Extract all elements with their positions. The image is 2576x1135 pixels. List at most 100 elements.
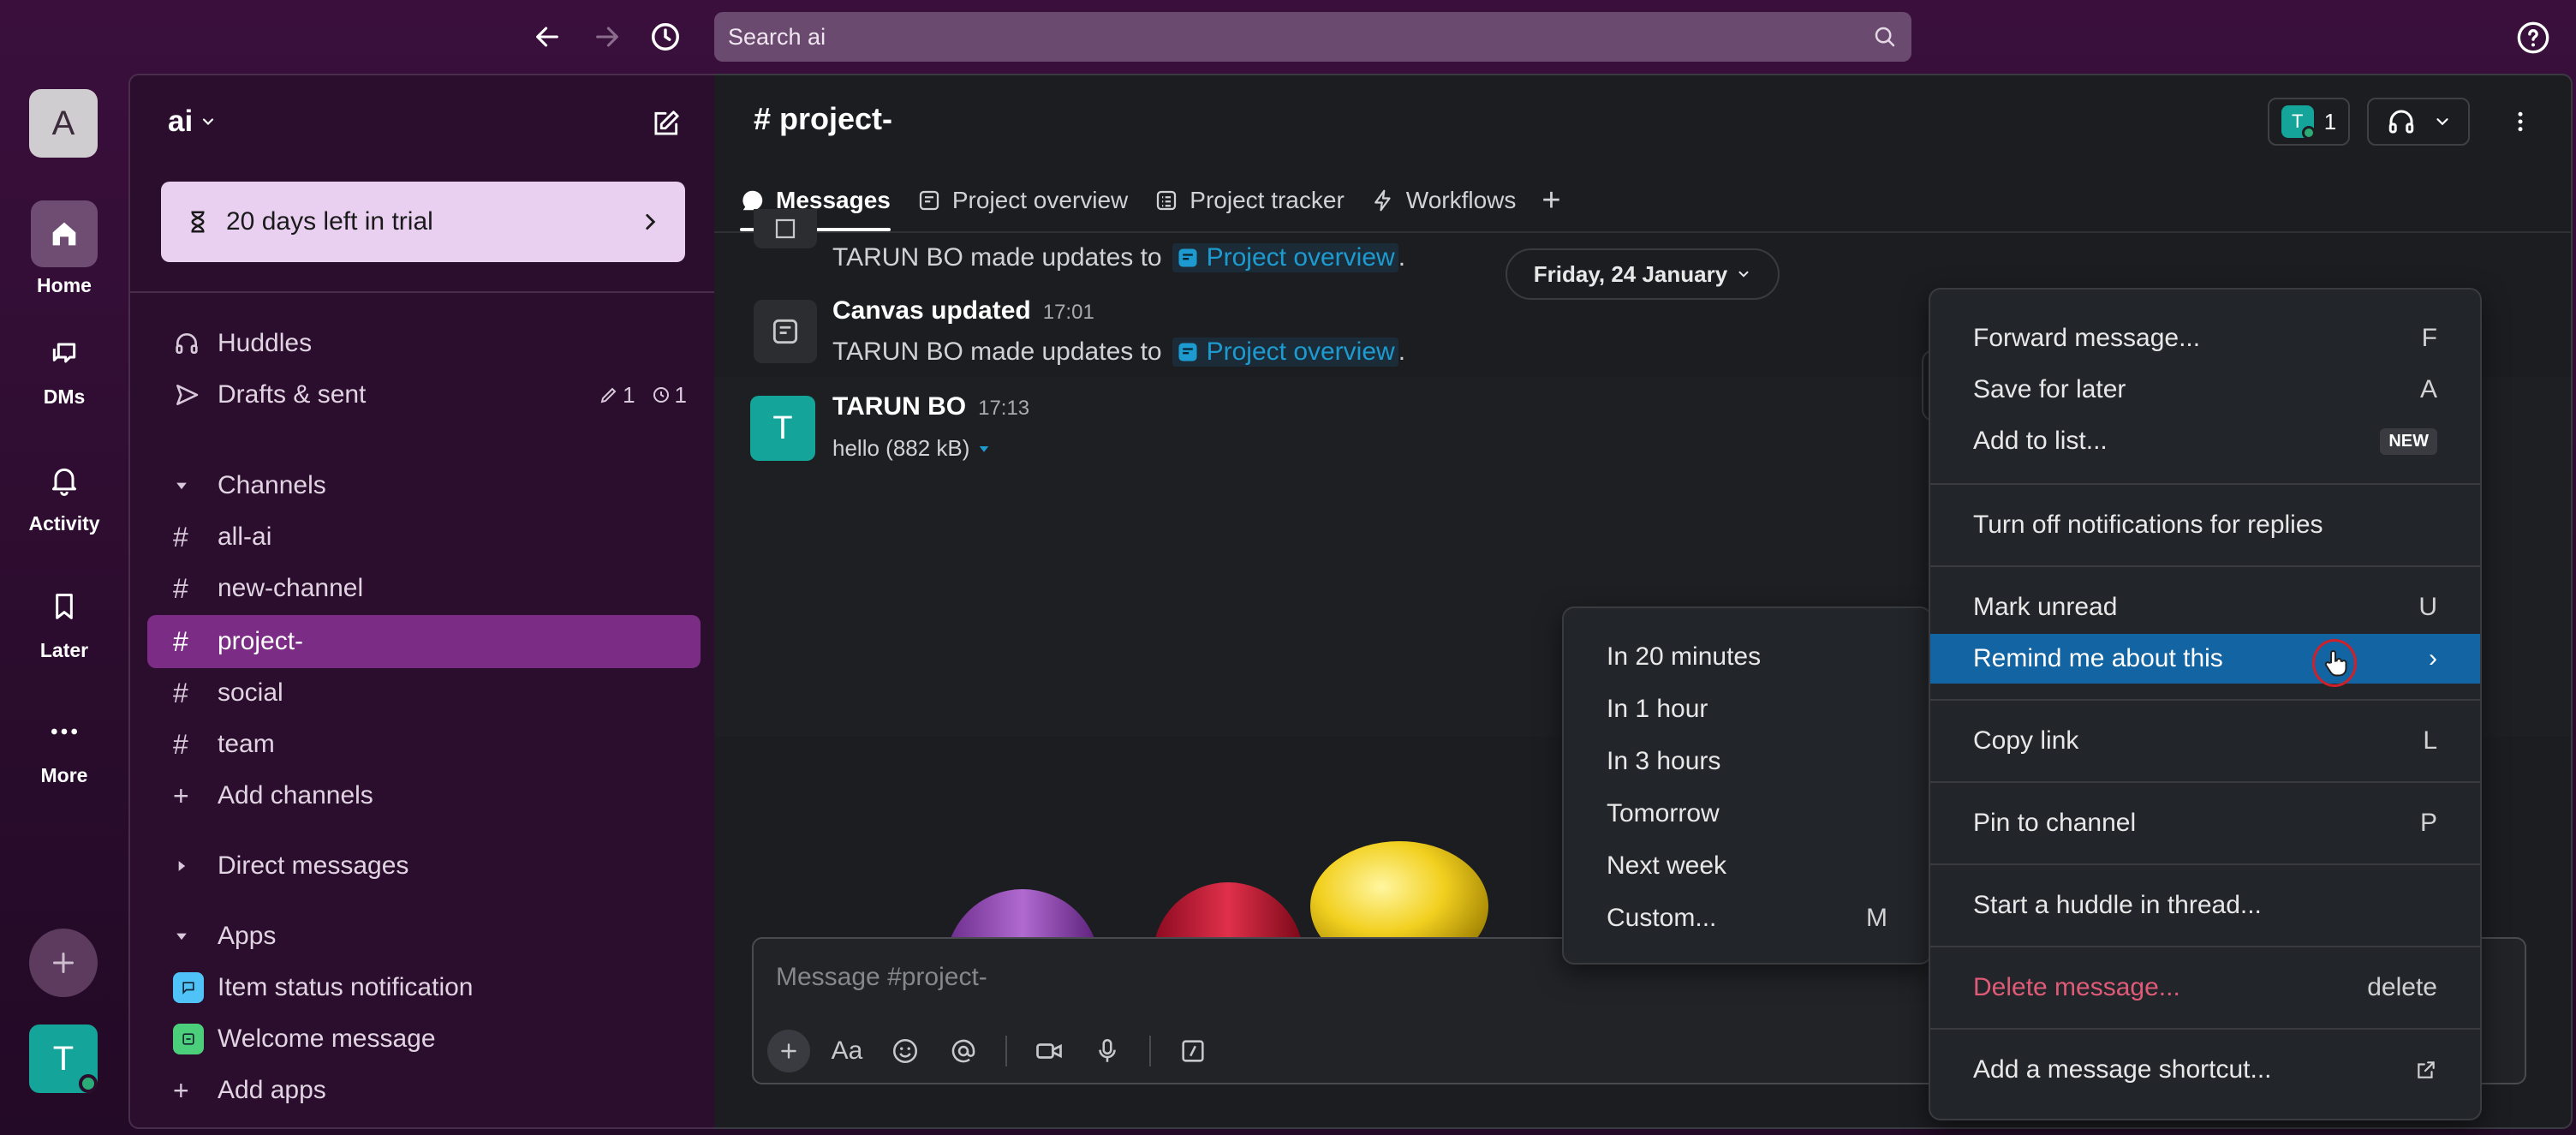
add-apps-button[interactable]: + Add apps — [173, 1067, 687, 1114]
date-divider-pill[interactable]: Friday, 24 January — [1506, 248, 1780, 300]
rail-dms[interactable]: DMs — [0, 327, 128, 409]
remind-option[interactable]: In 3 hours — [1564, 737, 1930, 786]
sidebar-item-channel[interactable]: # all-ai — [173, 514, 687, 560]
slash-icon — [1182, 1040, 1204, 1062]
shortcut-hint: U — [2418, 593, 2437, 621]
rail-later[interactable]: Later — [0, 581, 128, 662]
hash-icon: # — [173, 521, 188, 553]
menu-item-delete[interactable]: Delete message... delete — [1930, 963, 2480, 1013]
add-tab-button[interactable]: + — [1541, 180, 1560, 221]
slash-command-button[interactable] — [1172, 1030, 1214, 1072]
menu-item-save-for-later[interactable]: Save for later A — [1930, 365, 2480, 415]
workspace-switcher[interactable]: A — [29, 89, 98, 158]
message-time[interactable]: 17:01 — [1043, 301, 1094, 324]
history-button[interactable] — [644, 15, 687, 58]
audio-clip-button[interactable] — [1086, 1030, 1129, 1072]
plus-icon — [53, 953, 74, 973]
dm-section-header[interactable]: Direct messages — [173, 843, 687, 889]
channels-section-header[interactable]: Channels — [173, 463, 687, 509]
section-label: Direct messages — [218, 851, 409, 880]
headphones-icon — [2388, 110, 2413, 134]
menu-item-remind-me[interactable]: Remind me about this › — [1930, 634, 2480, 684]
remind-option[interactable]: Next week — [1564, 841, 1930, 891]
apps-section-header[interactable]: Apps — [173, 913, 687, 959]
sidebar-item-drafts[interactable]: Drafts & sent 1 1 — [173, 372, 687, 418]
file-attachment-toggle[interactable]: hello (882 kB) — [832, 435, 992, 462]
channel-title[interactable]: # project- — [754, 101, 892, 137]
huddle-button[interactable] — [2367, 98, 2470, 146]
trial-banner[interactable]: 20 days left in trial — [161, 182, 685, 262]
back-button[interactable] — [526, 15, 569, 58]
add-workspace-button[interactable] — [29, 929, 98, 997]
menu-item-turn-off-notifications[interactable]: Turn off notifications for replies — [1930, 500, 2480, 550]
toolbar-separator — [1005, 1036, 1007, 1066]
top-bar: Search ai — [0, 0, 2576, 74]
video-clip-button[interactable] — [1028, 1030, 1070, 1072]
user-avatar[interactable]: T — [29, 1024, 98, 1093]
welcome-app-icon — [182, 1033, 194, 1045]
sidebar-item-channel[interactable]: # team — [173, 721, 687, 768]
shortcut-hint: F — [2421, 324, 2437, 352]
sidebar-item-channel[interactable]: # new-channel — [173, 565, 687, 612]
canvas-link[interactable]: Project overview — [1172, 243, 1398, 272]
sidebar-item-huddles[interactable]: Huddles — [173, 320, 687, 367]
tab-workflows[interactable]: Workflows — [1370, 180, 1516, 221]
help-button[interactable] — [2513, 17, 2554, 58]
add-channels-button[interactable]: + Add channels — [173, 773, 687, 819]
menu-item-start-huddle[interactable]: Start a huddle in thread... — [1930, 881, 2480, 930]
attach-button[interactable] — [767, 1030, 810, 1072]
menu-divider — [1930, 699, 2480, 701]
menu-divider — [1930, 946, 2480, 947]
hash-icon: # — [173, 572, 188, 604]
menu-item-label: Forward message... — [1973, 324, 2201, 352]
message-author[interactable]: TARUN BO — [832, 392, 966, 421]
member-count: 1 — [2323, 108, 2337, 134]
plus-icon: + — [173, 780, 189, 811]
tab-project-tracker[interactable]: Project tracker — [1154, 180, 1345, 221]
menu-item-add-shortcut[interactable]: Add a message shortcut... — [1930, 1045, 2480, 1095]
remind-option[interactable]: In 1 hour — [1564, 684, 1930, 734]
remind-option[interactable]: Tomorrow — [1564, 789, 1930, 839]
sidebar-item-channel-active[interactable]: # project- — [147, 615, 701, 668]
section-label: Channels — [218, 471, 326, 499]
canvas-link[interactable]: Project overview — [1172, 338, 1398, 367]
menu-item-pin[interactable]: Pin to channel P — [1930, 798, 2480, 848]
forward-button[interactable] — [586, 15, 629, 58]
rail-more[interactable]: More — [0, 706, 128, 787]
remind-option[interactable]: In 20 minutes — [1564, 632, 1930, 682]
menu-item-forward[interactable]: Forward message... F — [1930, 314, 2480, 363]
rail-home[interactable]: Home — [0, 200, 128, 297]
draft-counts: 1 1 — [599, 382, 687, 409]
tab-project-overview[interactable]: Project overview — [916, 180, 1128, 221]
mention-button[interactable] — [942, 1030, 985, 1072]
sidebar: ai 20 days left in trial Huddles Drafts … — [128, 74, 714, 1129]
sidebar-item-app[interactable]: Item status notification — [173, 965, 687, 1011]
message-header: Canvas updated 17:01 — [832, 296, 1094, 326]
menu-item-copy-link[interactable]: Copy link L — [1930, 716, 2480, 766]
search-bar[interactable]: Search ai — [714, 12, 1911, 62]
message-time[interactable]: 17:13 — [978, 397, 1029, 420]
app-label: Welcome message — [218, 1024, 436, 1053]
workspace-name-button[interactable]: ai — [168, 105, 217, 139]
compose-button[interactable] — [644, 103, 687, 146]
remind-option-custom[interactable]: Custom... M — [1564, 893, 1930, 943]
status-app-icon — [182, 982, 194, 995]
menu-item-mark-unread[interactable]: Mark unread U — [1930, 582, 2480, 632]
sidebar-item-app[interactable]: Welcome message — [173, 1016, 687, 1062]
tab-label: Project tracker — [1190, 187, 1345, 213]
sidebar-item-channel[interactable]: # social — [173, 670, 687, 716]
format-button[interactable]: Aa — [826, 1030, 868, 1072]
canvas-update-icon — [754, 300, 817, 363]
menu-item-label: Save for later — [1973, 375, 2126, 403]
message-avatar[interactable]: T — [750, 396, 815, 461]
rail-activity[interactable]: Activity — [0, 454, 128, 535]
menu-item-add-to-list[interactable]: Add to list... NEW — [1930, 416, 2480, 466]
members-button[interactable]: T 1 — [2268, 98, 2350, 146]
hourglass-icon — [191, 211, 205, 233]
emoji-button[interactable] — [884, 1030, 927, 1072]
emoji-icon — [892, 1038, 918, 1064]
dms-icon — [52, 343, 76, 363]
app-icon — [173, 972, 204, 1003]
channel-more-button[interactable] — [2499, 98, 2542, 146]
message-author[interactable]: Canvas updated — [832, 296, 1031, 325]
